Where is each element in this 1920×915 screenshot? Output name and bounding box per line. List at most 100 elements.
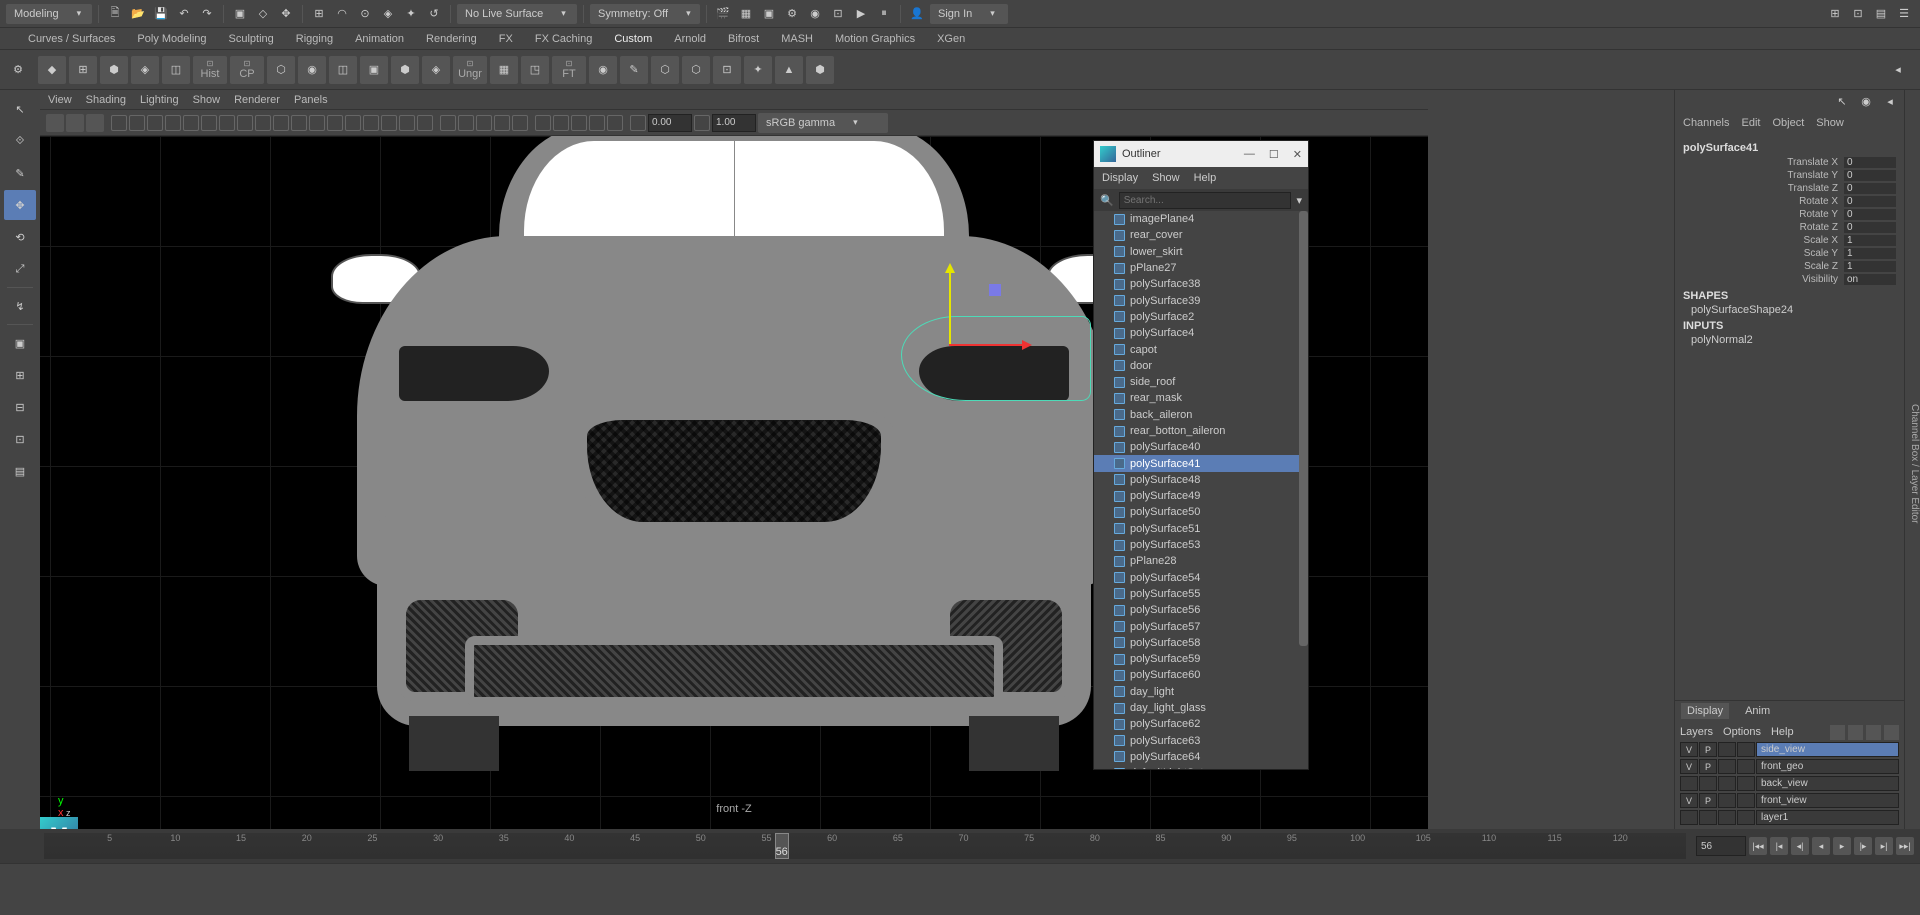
outliner-show-menu[interactable]: Show xyxy=(1152,172,1180,184)
shelf-button[interactable]: ▲ xyxy=(775,56,803,84)
tab-rendering[interactable]: Rendering xyxy=(416,30,487,48)
outliner-item[interactable]: day_light xyxy=(1094,684,1308,700)
layer-action-icon[interactable] xyxy=(1848,725,1863,740)
layers-menu[interactable]: Layers xyxy=(1680,726,1713,738)
outliner-item[interactable]: polySurface64 xyxy=(1094,749,1308,765)
vp-menu-lighting[interactable]: Lighting xyxy=(140,94,179,106)
shelf-button[interactable]: ▦ xyxy=(490,56,518,84)
tab-motion-graphics[interactable]: Motion Graphics xyxy=(825,30,925,48)
vp-tool-icon[interactable] xyxy=(273,115,289,131)
tab-poly-modeling[interactable]: Poly Modeling xyxy=(127,30,216,48)
shelf-button[interactable]: ⬢ xyxy=(806,56,834,84)
layer-playback-toggle[interactable]: P xyxy=(1699,742,1717,757)
tab-custom[interactable]: Custom xyxy=(604,30,662,48)
timeline-ruler[interactable]: 1201151101051009590858075706560555045403… xyxy=(44,833,1686,859)
minimize-icon[interactable]: — xyxy=(1244,148,1255,161)
outliner-item[interactable]: day_light_glass xyxy=(1094,700,1308,716)
hypershade-toggle-icon[interactable]: ▤ xyxy=(4,456,36,486)
workspace-icon-3[interactable]: ▤ xyxy=(1871,4,1891,24)
snap-live-icon[interactable]: ✦ xyxy=(401,4,421,24)
paint-select-icon[interactable]: ✥ xyxy=(276,4,296,24)
outliner-item[interactable]: polySurface60 xyxy=(1094,667,1308,683)
step-fwd-key-icon[interactable]: ▸| xyxy=(1875,837,1893,855)
layer-playback-toggle[interactable] xyxy=(1699,810,1717,825)
snap-curve-icon[interactable]: ◠ xyxy=(332,4,352,24)
layer-type-swatch[interactable] xyxy=(1737,776,1755,791)
save-scene-icon[interactable]: 💾 xyxy=(151,4,171,24)
vp-menu-show[interactable]: Show xyxy=(193,94,221,106)
shelf-button[interactable]: ◈ xyxy=(422,56,450,84)
symmetry-selector[interactable]: Symmetry: Off xyxy=(590,4,700,24)
move-tool-icon[interactable]: ✥ xyxy=(4,190,36,220)
shelf-button[interactable]: ⬢ xyxy=(391,56,419,84)
workspace-icon[interactable]: ⊞ xyxy=(1825,4,1845,24)
layer-name[interactable]: side_view xyxy=(1756,742,1899,757)
snap-point-icon[interactable]: ⊙ xyxy=(355,4,375,24)
outliner-item[interactable]: side_roof xyxy=(1094,374,1308,390)
vp-tool-icon[interactable] xyxy=(630,115,646,131)
step-back-icon[interactable]: ◂| xyxy=(1791,837,1809,855)
layer-playback-toggle[interactable]: P xyxy=(1699,793,1717,808)
outliner-item[interactable]: polySurface55 xyxy=(1094,586,1308,602)
vp-tool-icon[interactable] xyxy=(237,115,253,131)
help-menu[interactable]: Help xyxy=(1771,726,1794,738)
shelf-button[interactable]: ◫ xyxy=(329,56,357,84)
select-mode-icon[interactable]: ▣ xyxy=(230,4,250,24)
edit-tab[interactable]: Edit xyxy=(1741,117,1760,129)
layer-type-swatch[interactable] xyxy=(1737,810,1755,825)
vp-tool-icon[interactable] xyxy=(183,115,199,131)
shelf-button-ft[interactable]: ⊡FT xyxy=(552,56,586,84)
outliner-item[interactable]: polySurface51 xyxy=(1094,521,1308,537)
y-axis-handle[interactable] xyxy=(949,266,951,346)
vp-tool-icon[interactable] xyxy=(417,115,433,131)
outliner-item[interactable]: pPlane28 xyxy=(1094,553,1308,569)
panel-icon[interactable]: ↖ xyxy=(1832,91,1852,111)
vp-menu-shading[interactable]: Shading xyxy=(86,94,126,106)
outliner-item[interactable]: polySurface53 xyxy=(1094,537,1308,553)
tab-sculpting[interactable]: Sculpting xyxy=(219,30,284,48)
layer-color-swatch[interactable] xyxy=(1718,742,1736,757)
outliner-item[interactable]: polySurface40 xyxy=(1094,439,1308,455)
layer-color-swatch[interactable] xyxy=(1718,776,1736,791)
outliner-item[interactable]: capot xyxy=(1094,341,1308,357)
attr-value[interactable]: 0 xyxy=(1844,170,1896,181)
exposure-input[interactable] xyxy=(648,114,692,132)
vp-tool-icon[interactable] xyxy=(309,115,325,131)
anim-tab[interactable]: Anim xyxy=(1739,703,1776,719)
outliner-item[interactable]: polySurface38 xyxy=(1094,276,1308,292)
lasso-icon[interactable]: ◇ xyxy=(253,4,273,24)
panel-icon[interactable]: ◂ xyxy=(1880,91,1900,111)
outliner-item[interactable]: polySurface41 xyxy=(1094,455,1308,471)
step-fwd-icon[interactable]: |▸ xyxy=(1854,837,1872,855)
shelf-button[interactable]: ◆ xyxy=(38,56,66,84)
layer-name[interactable]: front_view xyxy=(1756,793,1899,808)
shelf-button[interactable]: ⊞ xyxy=(69,56,97,84)
shelf-close-icon[interactable]: ◂ xyxy=(1888,60,1908,80)
tab-animation[interactable]: Animation xyxy=(345,30,414,48)
last-tool-icon[interactable]: ↯ xyxy=(4,291,36,321)
outliner-item[interactable]: defaultLightSet xyxy=(1094,765,1308,769)
vp-tool-icon[interactable] xyxy=(607,115,623,131)
shelf-button[interactable]: ▣ xyxy=(360,56,388,84)
outliner-item[interactable]: rear_botton_aileron xyxy=(1094,423,1308,439)
render-settings-icon[interactable]: ⚙ xyxy=(782,4,802,24)
paint-tool-icon[interactable]: ✎ xyxy=(4,158,36,188)
shelf-button-ungr[interactable]: ⊡Ungr xyxy=(453,56,487,84)
vp-menu-view[interactable]: View xyxy=(48,94,72,106)
current-time-indicator[interactable]: 56 xyxy=(775,833,789,859)
vp-tool-icon[interactable] xyxy=(458,115,474,131)
tab-curves-surfaces[interactable]: Curves / Surfaces xyxy=(18,30,125,48)
layer-vis-toggle[interactable]: V xyxy=(1680,759,1698,774)
outliner-item[interactable]: polySurface63 xyxy=(1094,733,1308,749)
show-tab[interactable]: Show xyxy=(1816,117,1844,129)
layer-color-swatch[interactable] xyxy=(1718,759,1736,774)
outliner-toggle-icon[interactable]: ⊟ xyxy=(4,392,36,422)
four-pane-icon[interactable]: ⊞ xyxy=(4,360,36,390)
vp-tool-icon[interactable] xyxy=(440,115,456,131)
play-forward-icon[interactable]: ▸ xyxy=(1833,837,1851,855)
options-menu[interactable]: Options xyxy=(1723,726,1761,738)
layer-playback-toggle[interactable]: P xyxy=(1699,759,1717,774)
attr-value[interactable]: on xyxy=(1844,274,1896,285)
layer-type-swatch[interactable] xyxy=(1737,742,1755,757)
vp-tool-icon[interactable] xyxy=(291,115,307,131)
